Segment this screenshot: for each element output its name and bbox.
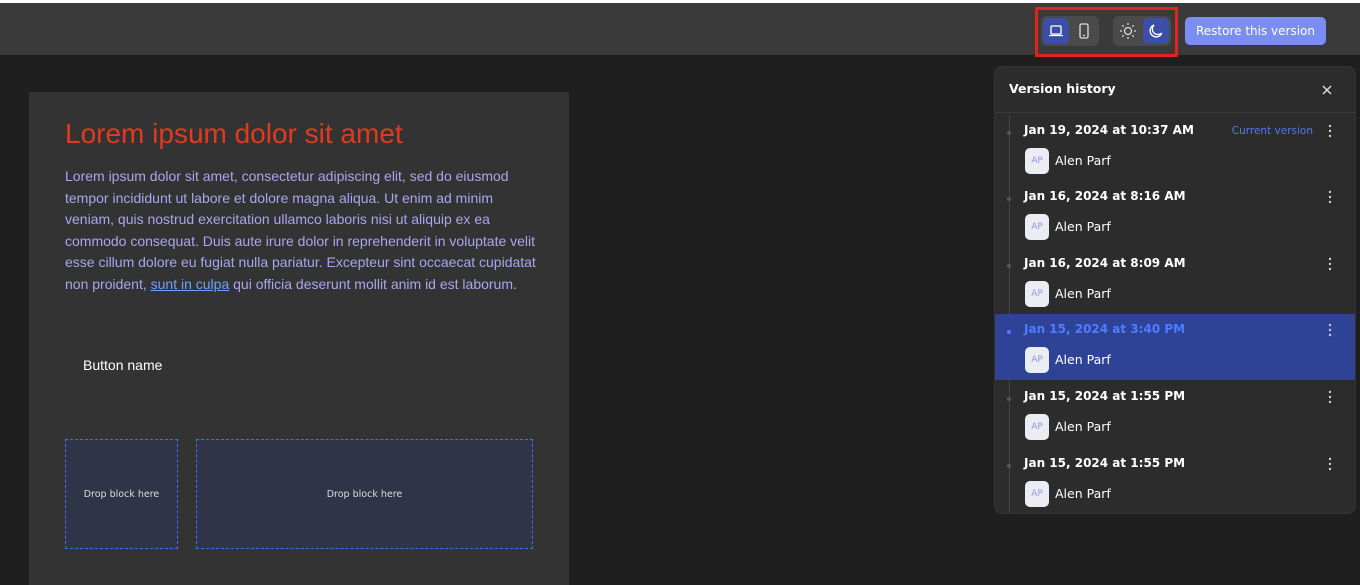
email-canvas: Lorem ipsum dolor sit amet Lorem ipsum d… [29, 92, 569, 585]
restore-version-button[interactable]: Restore this version [1185, 17, 1326, 45]
timeline-dot [1007, 397, 1011, 401]
panel-header: Version history [995, 67, 1355, 113]
version-entry[interactable]: Jan 15, 2024 at 1:55 PM AP Alen Parf [995, 448, 1355, 513]
version-author: Alen Parf [1055, 153, 1111, 168]
version-date: Jan 16, 2024 at 8:16 AM [1024, 189, 1186, 203]
device-toggle [1041, 16, 1099, 46]
paragraph-text: Lorem ipsum dolor sit amet, consectetur … [65, 168, 536, 292]
sun-icon[interactable] [1115, 18, 1141, 44]
version-entry[interactable]: Jan 15, 2024 at 1:55 PM AP Alen Parf [995, 381, 1355, 447]
more-options-icon[interactable] [1325, 123, 1335, 139]
drop-zone[interactable]: Drop block here [196, 439, 533, 549]
avatar: AP [1025, 148, 1049, 174]
more-options-icon[interactable] [1325, 322, 1335, 338]
content-button[interactable]: Button name [83, 357, 162, 373]
mobile-icon[interactable] [1071, 18, 1097, 44]
drop-zone[interactable]: Drop block here [65, 439, 178, 549]
top-toolbar: Restore this version [0, 0, 1360, 57]
panel-title: Version history [1009, 81, 1116, 96]
more-options-icon[interactable] [1325, 256, 1335, 272]
version-entry[interactable]: Jan 16, 2024 at 8:16 AM AP Alen Parf [995, 181, 1355, 247]
drop-zone-label: Drop block here [326, 488, 403, 500]
timeline-dot [1007, 197, 1011, 201]
theme-toggle [1113, 16, 1171, 46]
version-date: Jan 19, 2024 at 10:37 AM [1024, 123, 1194, 137]
more-options-icon[interactable] [1325, 389, 1335, 405]
version-author: Alen Parf [1055, 352, 1111, 367]
avatar: AP [1025, 414, 1049, 440]
moon-icon[interactable] [1143, 18, 1169, 44]
version-entry[interactable]: Jan 16, 2024 at 8:09 AM AP Alen Parf [995, 248, 1355, 314]
more-options-icon[interactable] [1325, 189, 1335, 205]
more-options-icon[interactable] [1325, 456, 1335, 472]
paragraph-text-end: qui officia deserunt mollit anim id est … [229, 275, 517, 292]
laptop-icon[interactable] [1043, 18, 1069, 44]
drop-zone-label: Drop block here [83, 488, 160, 500]
version-date: Jan 15, 2024 at 1:55 PM [1024, 389, 1186, 403]
timeline-dot [1007, 464, 1011, 468]
timeline-dot [1007, 330, 1011, 334]
version-author: Alen Parf [1055, 419, 1111, 434]
avatar: AP [1025, 347, 1049, 373]
version-entry[interactable]: Jan 19, 2024 at 10:37 AM Current version… [995, 115, 1355, 181]
version-author: Alen Parf [1055, 219, 1111, 234]
version-entry-selected[interactable]: Jan 15, 2024 at 3:40 PM AP Alen Parf [995, 314, 1355, 380]
content-paragraph[interactable]: Lorem ipsum dolor sit amet, consectetur … [65, 166, 545, 295]
version-history-panel: Version history Jan 19, 2024 at 10:37 AM… [994, 66, 1356, 514]
paragraph-link[interactable]: sunt in culpa [151, 276, 230, 292]
avatar: AP [1025, 481, 1049, 507]
version-author: Alen Parf [1055, 286, 1111, 301]
current-version-label: Current version [1231, 125, 1313, 137]
version-date: Jan 16, 2024 at 8:09 AM [1024, 256, 1186, 270]
avatar: AP [1025, 214, 1049, 240]
version-date: Jan 15, 2024 at 3:40 PM [1024, 322, 1186, 336]
avatar: AP [1025, 281, 1049, 307]
close-icon[interactable] [1319, 82, 1335, 98]
timeline-dot [1007, 131, 1011, 135]
timeline-dot [1007, 264, 1011, 268]
version-date: Jan 15, 2024 at 1:55 PM [1024, 456, 1186, 470]
version-author: Alen Parf [1055, 486, 1111, 501]
content-headline[interactable]: Lorem ipsum dolor sit amet [65, 118, 403, 150]
